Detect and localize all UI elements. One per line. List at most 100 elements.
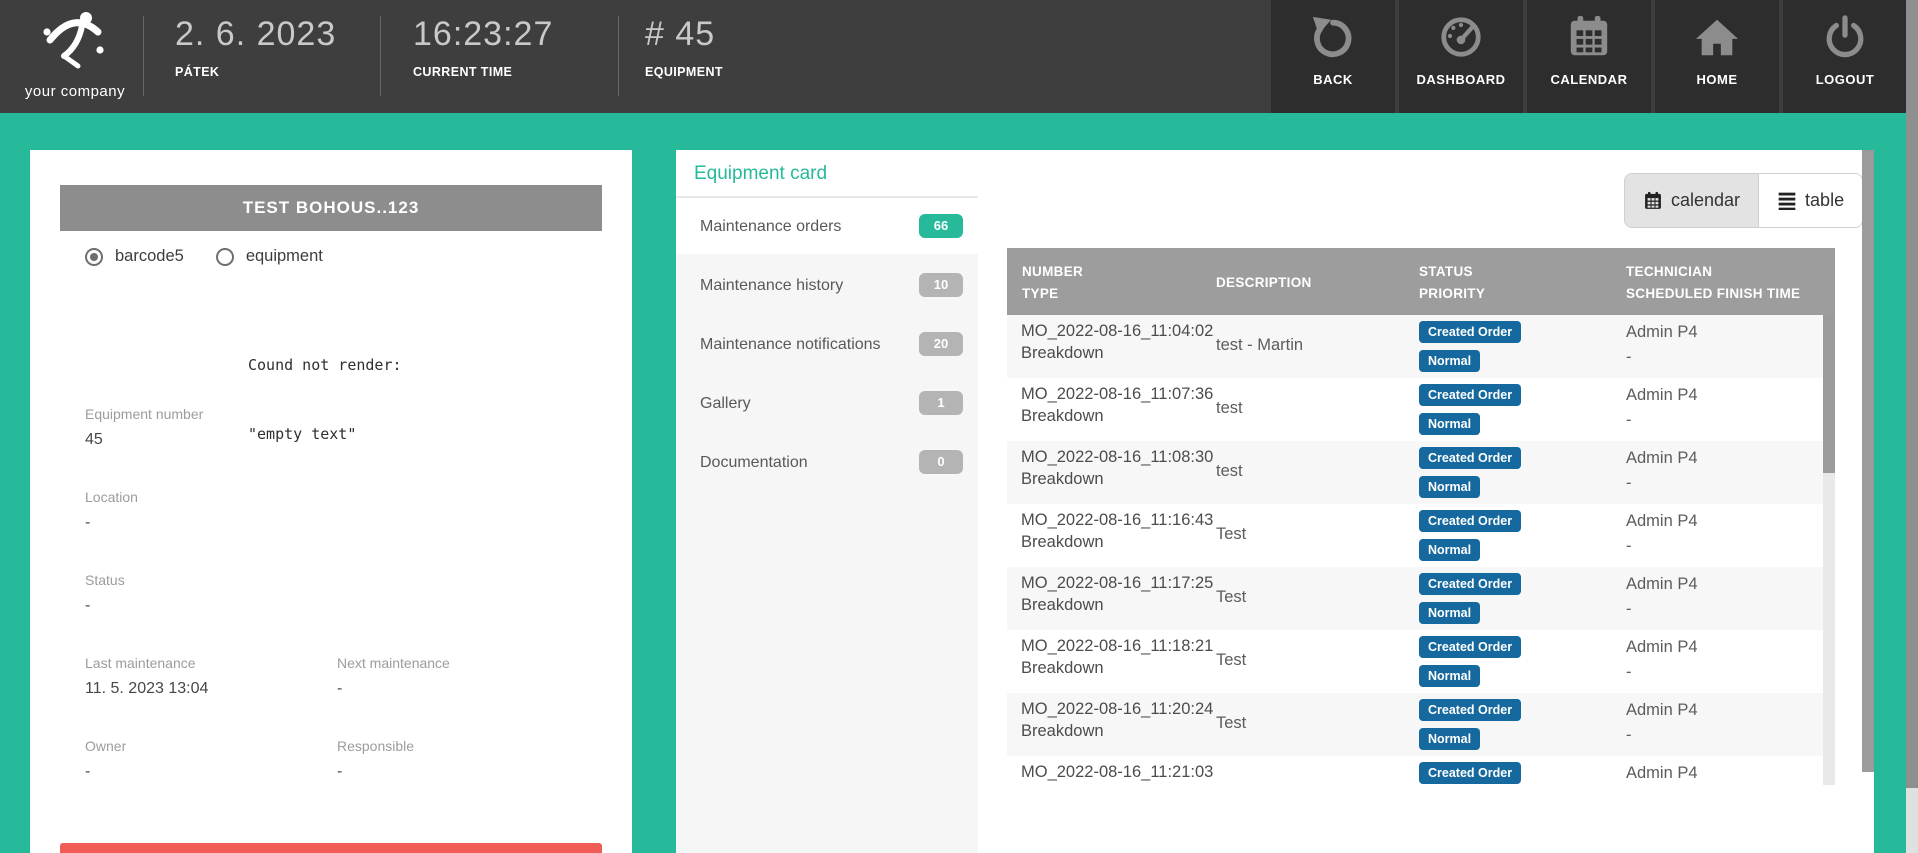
- cell-finish-time: -: [1626, 600, 1632, 619]
- field-value: -: [337, 763, 585, 781]
- cell-technician: Admin P4: [1626, 323, 1698, 342]
- cell-number: MO_2022-08-16_11:21:03: [1021, 763, 1213, 782]
- nav-item-back[interactable]: BACK: [1271, 0, 1395, 113]
- menu-item[interactable]: Gallery 1: [676, 375, 978, 431]
- cell-description: Test: [1216, 525, 1246, 544]
- radio-option[interactable]: barcode5: [85, 247, 184, 266]
- radio-option[interactable]: equipment: [216, 247, 323, 266]
- equipment-detail-panel: TEST BOHOUS..123 barcode5 equipment Coun…: [30, 150, 632, 853]
- field-label: Responsible: [337, 738, 585, 754]
- maintenance-orders-table: NUMBER TYPE DESCRIPTION STATUS PRIORITY …: [1007, 248, 1835, 785]
- field-value: 45: [85, 431, 585, 449]
- table-scrollbar[interactable]: [1823, 315, 1835, 785]
- cell-technician: Admin P4: [1626, 386, 1698, 405]
- menu-item[interactable]: Documentation 0: [676, 434, 978, 490]
- header-nav: BACK DASHBOARD CALENDAR HOME LOGOUT: [1271, 0, 1907, 113]
- cell-technician: Admin P4: [1626, 764, 1698, 783]
- top-header-bar: your company 2. 6. 2023 PÁTEK 16:23:27 C…: [0, 0, 1918, 113]
- header-divider: [143, 16, 144, 96]
- current-time-label: CURRENT TIME: [413, 65, 553, 79]
- current-date: 2. 6. 2023: [175, 14, 336, 54]
- render-error-line1: Cound not render:: [248, 354, 402, 377]
- cell-type: Breakdown: [1021, 533, 1104, 552]
- cell-finish-time: -: [1626, 348, 1632, 367]
- field: Last maintenance 11. 5. 2023 13:04: [85, 655, 337, 702]
- cell-description: test: [1216, 462, 1243, 481]
- field: Responsible -: [337, 738, 585, 785]
- status-badge: Created Order: [1419, 762, 1521, 784]
- cell-type: Breakdown: [1021, 407, 1104, 426]
- page-scrollbar[interactable]: [1906, 0, 1918, 853]
- weekday-label: PÁTEK: [175, 65, 336, 79]
- equipment-number: # 45: [645, 14, 723, 54]
- table-body: MO_2022-08-16_11:04:02 Breakdown test - …: [1007, 315, 1835, 785]
- header-divider: [380, 16, 381, 96]
- nav-label: CALENDAR: [1551, 72, 1628, 87]
- cell-description: test - Martin: [1216, 336, 1303, 355]
- menu-item-label: Gallery: [700, 395, 751, 413]
- priority-badge: Normal: [1419, 602, 1480, 624]
- table-row[interactable]: MO_2022-08-16_11:17:25 Breakdown Test Cr…: [1007, 567, 1835, 630]
- th-line2: PRIORITY: [1419, 283, 1485, 305]
- cell-number: MO_2022-08-16_11:08:30: [1021, 448, 1213, 467]
- cell-type: Breakdown: [1021, 596, 1104, 615]
- table-header-row: NUMBER TYPE DESCRIPTION STATUS PRIORITY …: [1007, 248, 1835, 315]
- table-row[interactable]: MO_2022-08-16_11:04:02 Breakdown test - …: [1007, 315, 1835, 378]
- th-line2: SCHEDULED FINISH TIME: [1626, 283, 1800, 305]
- field-label: Owner: [85, 738, 337, 754]
- nav-item-calendar[interactable]: CALENDAR: [1527, 0, 1651, 113]
- cell-type: Breakdown: [1021, 722, 1104, 741]
- cell-technician: Admin P4: [1626, 638, 1698, 657]
- column-header: NUMBER TYPE: [1022, 248, 1083, 305]
- view-toggle-segment[interactable]: table: [1759, 174, 1862, 227]
- menu-item-label: Maintenance orders: [700, 218, 841, 236]
- field-value: -: [85, 597, 585, 615]
- menu-item-label: Documentation: [700, 454, 808, 472]
- cell-description: Test: [1216, 651, 1246, 670]
- priority-badge: Normal: [1419, 476, 1480, 498]
- column-header: TECHNICIAN SCHEDULED FINISH TIME: [1626, 248, 1800, 305]
- nav-item-dashboard[interactable]: DASHBOARD: [1399, 0, 1523, 113]
- view-toggle-segment[interactable]: calendar: [1625, 174, 1759, 227]
- radio-circle-icon: [216, 248, 234, 266]
- menu-item[interactable]: Maintenance history 10: [676, 257, 978, 313]
- cell-finish-time: -: [1626, 411, 1632, 430]
- table-row[interactable]: MO_2022-08-16_11:20:24 Breakdown Test Cr…: [1007, 693, 1835, 756]
- header-equipment-block: # 45 EQUIPMENT: [645, 14, 723, 79]
- cell-finish-time: -: [1626, 537, 1632, 556]
- field: Next maintenance -: [337, 655, 585, 702]
- cell-finish-time: -: [1626, 726, 1632, 745]
- field-value: -: [85, 763, 337, 781]
- status-badge: Created Order: [1419, 699, 1521, 721]
- th-line1: TECHNICIAN: [1626, 261, 1800, 283]
- table-row[interactable]: MO_2022-08-16_11:08:30 Breakdown test Cr…: [1007, 441, 1835, 504]
- report-malfunction-button[interactable]: [60, 843, 602, 853]
- panel-scrollbar[interactable]: [1862, 150, 1874, 772]
- field-label: Location: [85, 489, 585, 505]
- table-row[interactable]: MO_2022-08-16_11:21:03 Created Order Adm…: [1007, 756, 1835, 785]
- th-line1: STATUS: [1419, 261, 1485, 283]
- menu-item-count-badge: 66: [919, 214, 963, 238]
- status-badge: Created Order: [1419, 447, 1521, 469]
- seg-label: calendar: [1671, 190, 1740, 211]
- table-row[interactable]: MO_2022-08-16_11:18:21 Breakdown Test Cr…: [1007, 630, 1835, 693]
- field-label: Equipment number: [85, 406, 585, 422]
- menu-item[interactable]: Maintenance notifications 20: [676, 316, 978, 372]
- company-logo: your company: [10, 6, 140, 110]
- table-scrollbar-thumb[interactable]: [1823, 315, 1835, 473]
- nav-item-home[interactable]: HOME: [1655, 0, 1779, 113]
- nav-item-logout[interactable]: LOGOUT: [1783, 0, 1907, 113]
- page-scrollbar-thumb[interactable]: [1906, 0, 1918, 788]
- calendar-icon: [1566, 14, 1612, 60]
- table-row[interactable]: MO_2022-08-16_11:16:43 Breakdown Test Cr…: [1007, 504, 1835, 567]
- status-badge: Created Order: [1419, 321, 1521, 343]
- cell-finish-time: -: [1626, 663, 1632, 682]
- header-time-block: 16:23:27 CURRENT TIME: [413, 14, 553, 79]
- table-row[interactable]: MO_2022-08-16_11:07:36 Breakdown test Cr…: [1007, 378, 1835, 441]
- nav-label: LOGOUT: [1816, 72, 1875, 87]
- priority-badge: Normal: [1419, 539, 1480, 561]
- equipment-title-bar: TEST BOHOUS..123: [60, 185, 602, 231]
- cell-description: Test: [1216, 588, 1246, 607]
- menu-item[interactable]: Maintenance orders 66: [676, 198, 978, 254]
- equipment-card-title: Equipment card: [676, 150, 978, 198]
